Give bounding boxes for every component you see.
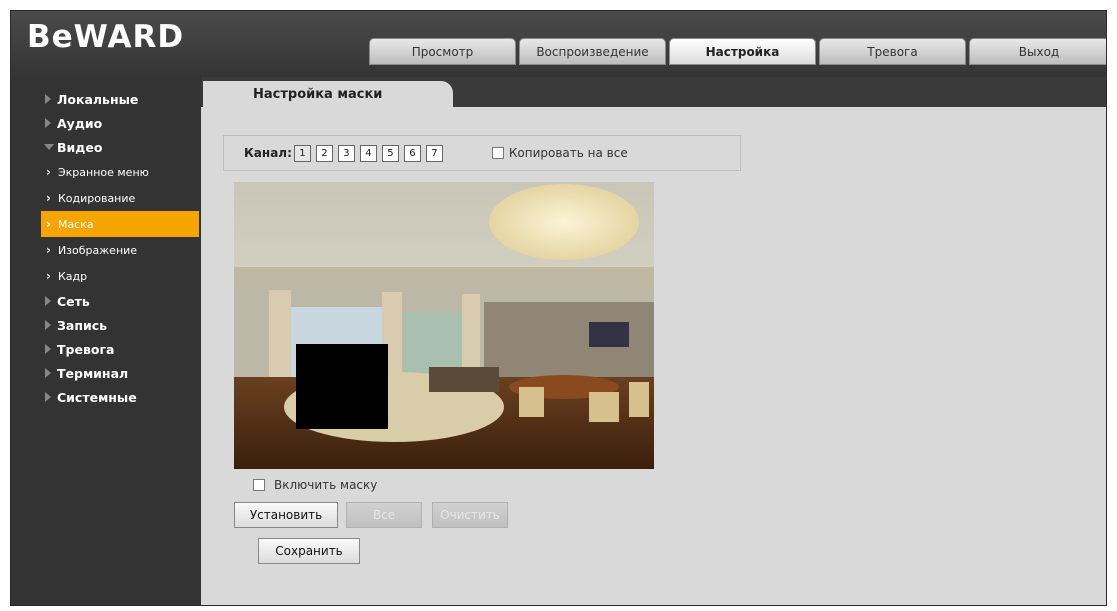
chevron-right-icon: › (46, 165, 51, 179)
tab-exit[interactable]: Выход (969, 38, 1106, 65)
sidebar-subitem-image[interactable]: › Изображение (11, 237, 201, 263)
sidebar-item-record[interactable]: Запись (11, 313, 201, 337)
sidebar-subitem-frame[interactable]: › Кадр (11, 263, 201, 289)
channel-button-4[interactable]: 4 (359, 144, 377, 162)
caret-down-icon (44, 144, 54, 150)
chevron-right-icon: › (46, 243, 51, 257)
sidebar-item-label: Системные (57, 389, 137, 405)
enable-mask-checkbox[interactable] (253, 479, 265, 491)
channel-button-7[interactable]: 7 (425, 144, 443, 162)
content-panel: Настройка маски Канал: 1 2 3 4 5 6 7 Коп… (201, 77, 1106, 605)
header: BeWARD Просмотр Воспроизведение Настройк… (11, 11, 1106, 77)
browser-frame: BeWARD Просмотр Воспроизведение Настройк… (10, 10, 1107, 606)
sidebar-subitem-label: Экранное меню (57, 165, 149, 179)
page-title: Настройка маски (203, 81, 453, 108)
caret-right-icon (45, 320, 51, 330)
sidebar-item-label: Локальные (57, 91, 139, 107)
sidebar-item-label: Запись (57, 317, 108, 333)
tab-playback[interactable]: Воспроизведение (519, 38, 666, 65)
copy-all-label: Копировать на все (508, 146, 628, 160)
all-button[interactable]: Все (346, 502, 422, 528)
sidebar-subitem-mask[interactable]: › Маска (41, 211, 199, 237)
sidebar-item-network[interactable]: Сеть (11, 289, 201, 313)
sidebar-item-system[interactable]: Системные (11, 385, 201, 409)
room-image (234, 182, 654, 469)
caret-right-icon (45, 296, 51, 306)
chevron-right-icon: › (46, 217, 51, 231)
channel-selector: Канал: 1 2 3 4 5 6 7 Копировать на все (223, 135, 741, 171)
tab-alarm[interactable]: Тревога (819, 38, 966, 65)
channel-button-6[interactable]: 6 (403, 144, 421, 162)
chevron-right-icon: › (46, 191, 51, 205)
sidebar-subitem-label: Кодирование (57, 191, 136, 205)
channel-button-2[interactable]: 2 (315, 144, 333, 162)
enable-mask-label: Включить маску (274, 478, 378, 492)
set-button[interactable]: Установить (234, 502, 338, 528)
channel-button-3[interactable]: 3 (337, 144, 355, 162)
sidebar-item-label: Сеть (57, 293, 90, 309)
sidebar-item-terminal[interactable]: Терминал (11, 361, 201, 385)
tab-view[interactable]: Просмотр (369, 38, 516, 65)
sidebar-subitem-encoding[interactable]: › Кодирование (11, 185, 201, 211)
sidebar-item-label: Терминал (57, 365, 129, 381)
sidebar-item-alarm[interactable]: Тревога (11, 337, 201, 361)
sidebar-item-label: Аудио (57, 115, 103, 131)
sidebar-item-audio[interactable]: Аудио (11, 111, 201, 135)
copy-all-option: Копировать на все (491, 146, 628, 160)
sidebar-subitem-label: Кадр (57, 269, 88, 283)
caret-right-icon (45, 368, 51, 378)
content-topbar: Настройка маски (201, 77, 1106, 108)
sidebar-item-video[interactable]: Видео (11, 135, 201, 159)
copy-all-checkbox[interactable] (491, 147, 504, 159)
sidebar-subitem-label: Маска (57, 217, 94, 231)
camera-preview[interactable] (234, 182, 654, 469)
save-button[interactable]: Сохранить (258, 538, 360, 564)
caret-right-icon (45, 94, 51, 104)
chevron-right-icon: › (46, 269, 51, 283)
enable-mask-option: Включить маску (253, 478, 377, 492)
sidebar-item-local[interactable]: Локальные (11, 87, 201, 111)
channel-button-5[interactable]: 5 (381, 144, 399, 162)
beward-logo: BeWARD (27, 19, 185, 55)
sidebar-subitem-osd[interactable]: › Экранное меню (11, 159, 201, 185)
channel-label: Канал: (244, 146, 292, 160)
sidebar-item-label: Видео (57, 139, 103, 155)
tab-settings[interactable]: Настройка (669, 38, 816, 65)
clear-button[interactable]: Очистить (432, 502, 508, 528)
channel-button-1[interactable]: 1 (293, 144, 311, 162)
caret-right-icon (45, 118, 51, 128)
main-tabs: Просмотр Воспроизведение Настройка Трево… (369, 38, 1106, 65)
sidebar-item-label: Тревога (57, 341, 115, 357)
caret-right-icon (45, 344, 51, 354)
caret-right-icon (45, 392, 51, 402)
sidebar: Локальные Аудио Видео › Экранное меню › … (11, 77, 201, 605)
sidebar-subitem-label: Изображение (57, 243, 138, 257)
